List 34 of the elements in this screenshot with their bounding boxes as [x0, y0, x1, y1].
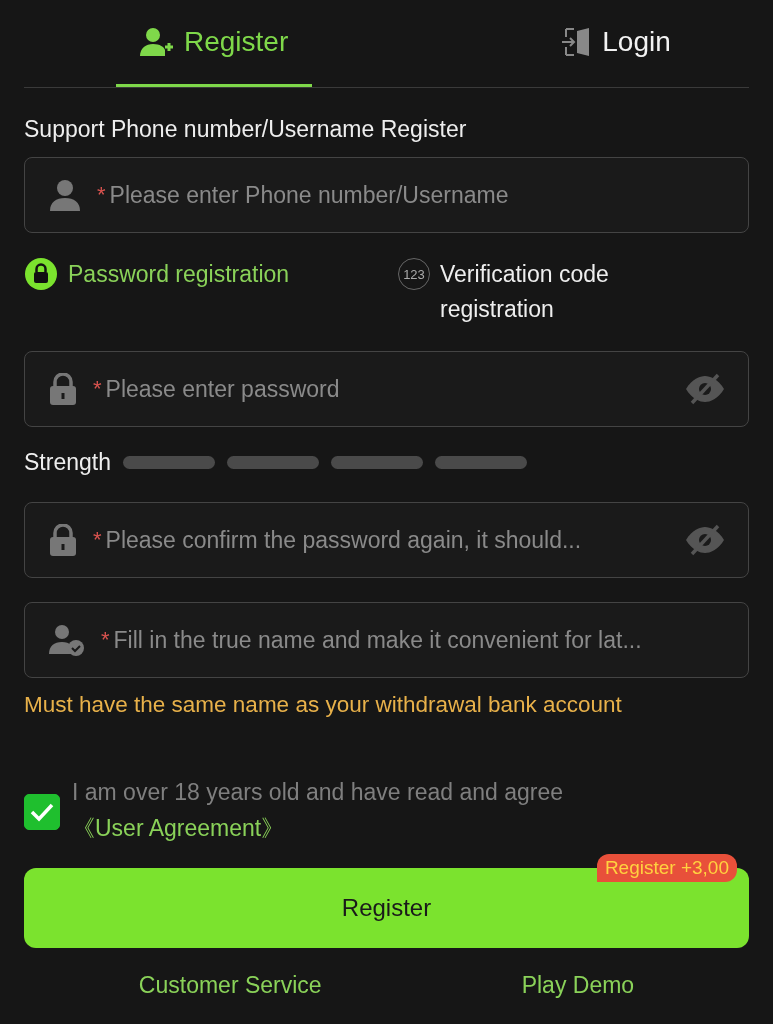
- hidden-eye-icon[interactable]: [684, 524, 726, 556]
- lock-icon: [49, 373, 77, 405]
- section-label: Support Phone number/Username Register: [24, 116, 468, 143]
- bonus-badge: Register +3,00: [596, 854, 737, 882]
- hint-text: Must have the same name as your withdrawal bank account: [24, 692, 623, 718]
- text-input[interactable]: Please enter Phone number/Username: [107, 180, 726, 210]
- add-user-icon: [140, 27, 174, 57]
- verified-user-icon: [49, 624, 85, 656]
- user-icon: [49, 179, 81, 211]
- tab[interactable]: Login: [536, 0, 695, 87]
- mode-option[interactable]: Password registration: [24, 257, 398, 327]
- required-mark: *: [93, 376, 102, 402]
- tab[interactable]: Register: [116, 0, 313, 87]
- user-agreement-link[interactable]: 《User Agreement》: [72, 815, 285, 841]
- required-mark: *: [97, 182, 106, 208]
- input-field[interactable]: * Please enter Phone number/Username: [24, 157, 749, 233]
- footer-link[interactable]: Customer Service: [138, 972, 322, 999]
- input-field[interactable]: * Please enter password: [24, 351, 749, 427]
- text-input[interactable]: Fill in the true name and make it convenient for lat...: [111, 625, 726, 655]
- check-icon: [29, 801, 55, 823]
- input-field[interactable]: * Please confirm the password again, it should...: [24, 502, 749, 578]
- lock-icon: [49, 524, 77, 556]
- mode-option[interactable]: 123 Verification code registration: [398, 257, 648, 327]
- required-mark: *: [101, 627, 110, 653]
- strength-label: Strength: [24, 449, 111, 476]
- text-input[interactable]: Please confirm the password again, it should...: [103, 525, 676, 555]
- lock-icon: [24, 257, 58, 291]
- hidden-eye-icon[interactable]: [684, 373, 726, 405]
- required-mark: *: [93, 527, 102, 553]
- footer-link[interactable]: Play Demo: [521, 972, 635, 999]
- checkbox[interactable]: [24, 794, 60, 830]
- input-field[interactable]: * Fill in the true name and make it convenient for lat...: [24, 602, 749, 678]
- agreement-text: I am over 18 years old and have read and agree 《User Agreement》: [72, 778, 564, 843]
- text-input[interactable]: Please enter password: [103, 374, 676, 404]
